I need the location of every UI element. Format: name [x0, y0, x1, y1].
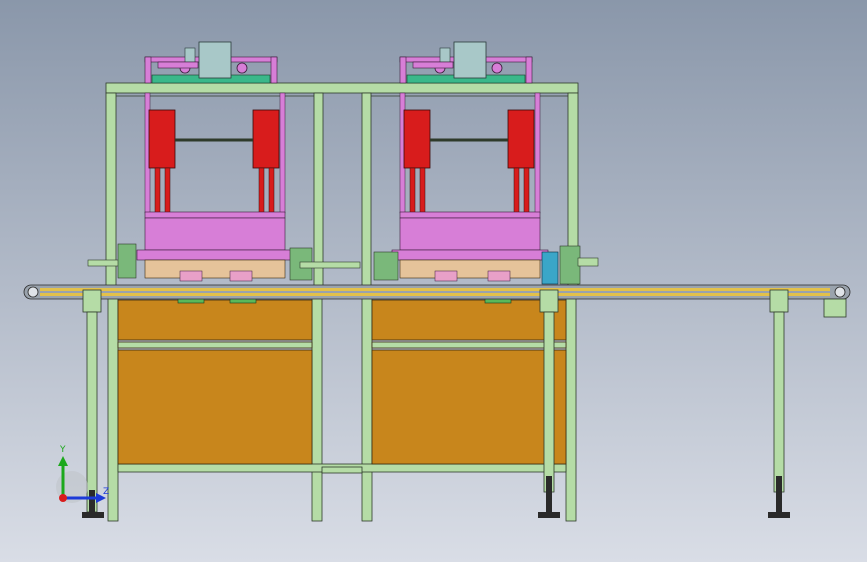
machine-drawing: Y Z: [0, 0, 867, 562]
cabinet-right: [371, 299, 567, 465]
z-axis-label: Z: [103, 487, 109, 497]
y-axis-label: Y: [59, 445, 66, 455]
x-axis-origin: [59, 494, 67, 502]
cabinet-left: [117, 299, 313, 465]
cad-viewport[interactable]: Y Z: [0, 0, 867, 562]
